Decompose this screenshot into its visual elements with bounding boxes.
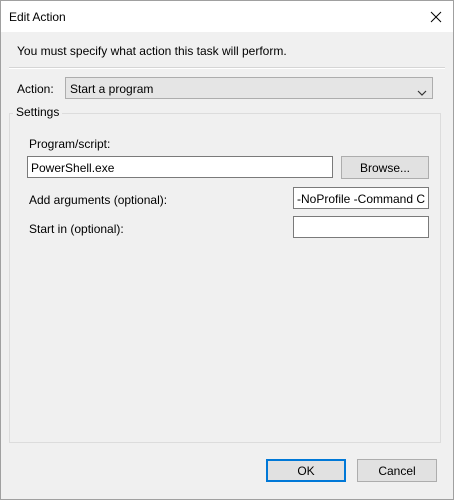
action-dropdown[interactable]: Start a program xyxy=(65,77,433,99)
program-script-input[interactable]: PowerShell.exe xyxy=(27,156,333,178)
close-button[interactable] xyxy=(419,1,453,32)
add-arguments-input[interactable]: -NoProfile -Command C xyxy=(293,187,429,209)
cancel-button[interactable]: Cancel xyxy=(357,459,437,482)
window-title: Edit Action xyxy=(9,10,66,24)
edit-action-dialog: Edit Action You must specify what action… xyxy=(0,0,454,500)
add-arguments-value: -NoProfile -Command C xyxy=(297,192,426,206)
instruction-text: You must specify what action this task w… xyxy=(17,44,287,58)
ok-button[interactable]: OK xyxy=(266,459,346,482)
action-label: Action: xyxy=(17,82,54,96)
title-bar: Edit Action xyxy=(1,1,453,32)
action-dropdown-value: Start a program xyxy=(70,82,154,96)
program-script-value: PowerShell.exe xyxy=(31,161,115,175)
header-divider xyxy=(9,67,445,69)
close-icon xyxy=(430,11,442,23)
settings-legend: Settings xyxy=(13,105,63,119)
start-in-label: Start in (optional): xyxy=(29,222,124,236)
start-in-input[interactable] xyxy=(293,216,429,238)
program-script-label: Program/script: xyxy=(29,137,111,151)
browse-button[interactable]: Browse... xyxy=(341,156,429,179)
add-arguments-label: Add arguments (optional): xyxy=(29,193,168,207)
chevron-down-icon xyxy=(417,85,427,99)
